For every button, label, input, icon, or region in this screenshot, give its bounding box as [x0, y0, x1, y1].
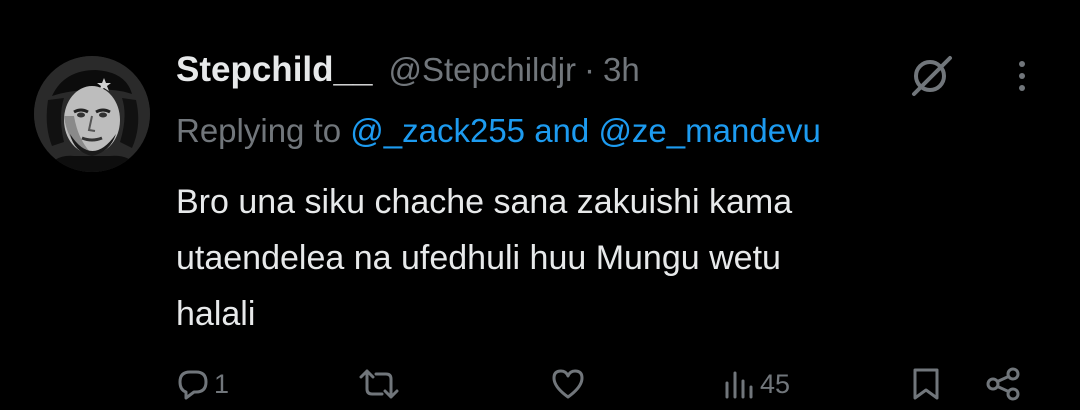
action-bar: 1 45 [0, 360, 1080, 408]
heart-icon [552, 369, 584, 399]
views-chart-icon [725, 371, 753, 399]
more-vertical-icon[interactable] [1012, 56, 1032, 96]
like-button[interactable] [550, 360, 586, 408]
tweet-text-line: Bro una siku chache sana zakuishi kama [176, 183, 793, 221]
reply-button[interactable]: 1 [176, 360, 229, 408]
tweet-text-line: utaendelea na ufedhuli huu Mungu wetu [176, 239, 781, 277]
timestamp[interactable]: 3h [603, 51, 640, 89]
tweet-text-line: halali [176, 295, 256, 333]
replying-joiner: and [525, 112, 599, 149]
tweet-body: Bro una siku chache sana zakuishi kama u… [176, 174, 996, 342]
replying-to: Replying to @_zack255 and @ze_mandevu [176, 112, 821, 150]
mention-link-1[interactable]: @_zack255 [350, 112, 525, 149]
views-count: 45 [760, 368, 791, 399]
retweet-button[interactable] [358, 360, 400, 408]
reply-count: 1 [214, 368, 230, 399]
reply-icon [178, 370, 208, 400]
author-name[interactable]: Stepchild__ [176, 50, 372, 90]
mention-link-2[interactable]: @ze_mandevu [598, 112, 820, 149]
retweet-icon [359, 369, 399, 399]
bookmark-icon [913, 368, 939, 400]
separator-dot: · [584, 51, 596, 88]
replying-prefix: Replying to [176, 112, 351, 149]
grok-icon[interactable] [906, 52, 956, 98]
bookmark-button[interactable] [910, 360, 942, 408]
views-button[interactable]: 45 [722, 360, 790, 408]
share-icon [986, 367, 1020, 401]
share-button[interactable] [984, 360, 1022, 408]
author-handle[interactable]: @Stepchildjr [388, 51, 576, 89]
avatar[interactable] [34, 56, 150, 172]
tweet-header: Stepchild__ @Stepchildjr · 3h [176, 50, 640, 96]
